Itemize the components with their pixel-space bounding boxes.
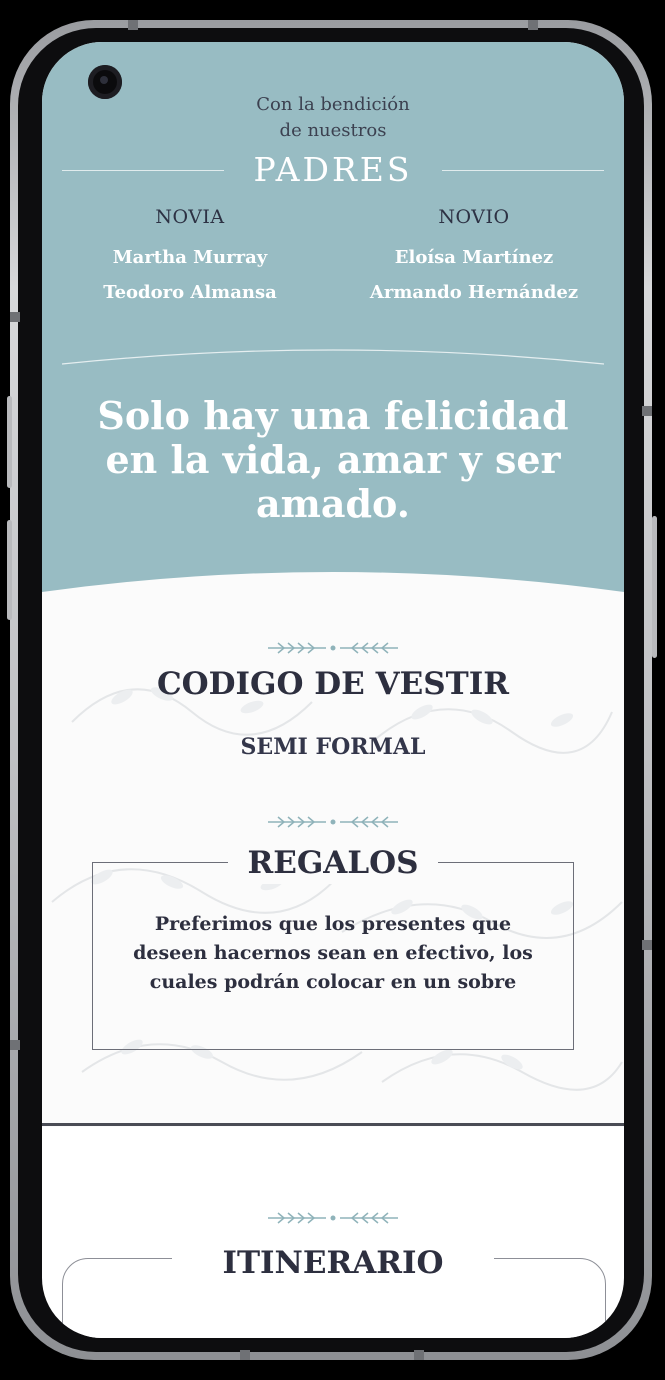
antenna-band xyxy=(414,1350,424,1360)
arrow-ornament-icon xyxy=(268,642,398,654)
bride-parent-name: Martha Murray xyxy=(112,247,268,268)
side-button[interactable] xyxy=(7,520,12,620)
antenna-band xyxy=(642,940,652,950)
bride-parents: NOVIA Martha Murray Teodoro Almansa xyxy=(50,206,330,310)
antenna-band xyxy=(528,20,538,30)
groom-parent-name: Armando Hernández xyxy=(369,282,579,303)
antenna-band xyxy=(10,1040,20,1050)
padres-rule-right xyxy=(442,170,604,171)
arc-divider xyxy=(61,349,605,365)
dress-code-title: CODIGO DE VESTIR xyxy=(156,666,510,702)
front-camera-icon xyxy=(88,65,122,99)
volume-button[interactable] xyxy=(652,516,657,658)
blessing-text: Con la bendición de nuestros xyxy=(42,92,624,144)
antenna-band xyxy=(10,312,20,322)
blessing-line-2: de nuestros xyxy=(279,120,387,141)
screen: Con la bendición de nuestros PADRES NOVI… xyxy=(42,42,624,1338)
itinerary-title: ITINERARIO xyxy=(172,1242,494,1284)
power-button[interactable] xyxy=(7,396,12,488)
arrow-ornament-icon xyxy=(268,1212,398,1224)
groom-parent-name: Eloísa Martínez xyxy=(394,247,554,268)
gifts-title: REGALOS xyxy=(228,842,438,884)
groom-heading: NOVIO xyxy=(438,206,510,228)
gifts-text: Preferimos que los presentes que deseen … xyxy=(133,913,533,993)
antenna-band xyxy=(642,406,652,416)
bride-parent-name: Teodoro Almansa xyxy=(103,282,277,303)
love-quote: Solo hay una felicidad en la vida, amar … xyxy=(97,393,569,526)
groom-parents: NOVIO Eloísa Martínez Armando Hernández xyxy=(334,206,614,310)
phone-mockup: Con la bendición de nuestros PADRES NOVI… xyxy=(0,0,665,1380)
antenna-band xyxy=(240,1350,250,1360)
bride-heading: NOVIA xyxy=(155,206,225,228)
section-separator xyxy=(42,1123,624,1126)
padres-heading-row: PADRES xyxy=(62,150,604,190)
arrow-ornament-icon xyxy=(268,816,398,828)
dress-code-value: SEMI FORMAL xyxy=(240,734,426,760)
blessing-line-1: Con la bendición xyxy=(256,94,410,115)
parents-section: Con la bendición de nuestros PADRES NOVI… xyxy=(42,42,624,632)
antenna-band xyxy=(128,20,138,30)
